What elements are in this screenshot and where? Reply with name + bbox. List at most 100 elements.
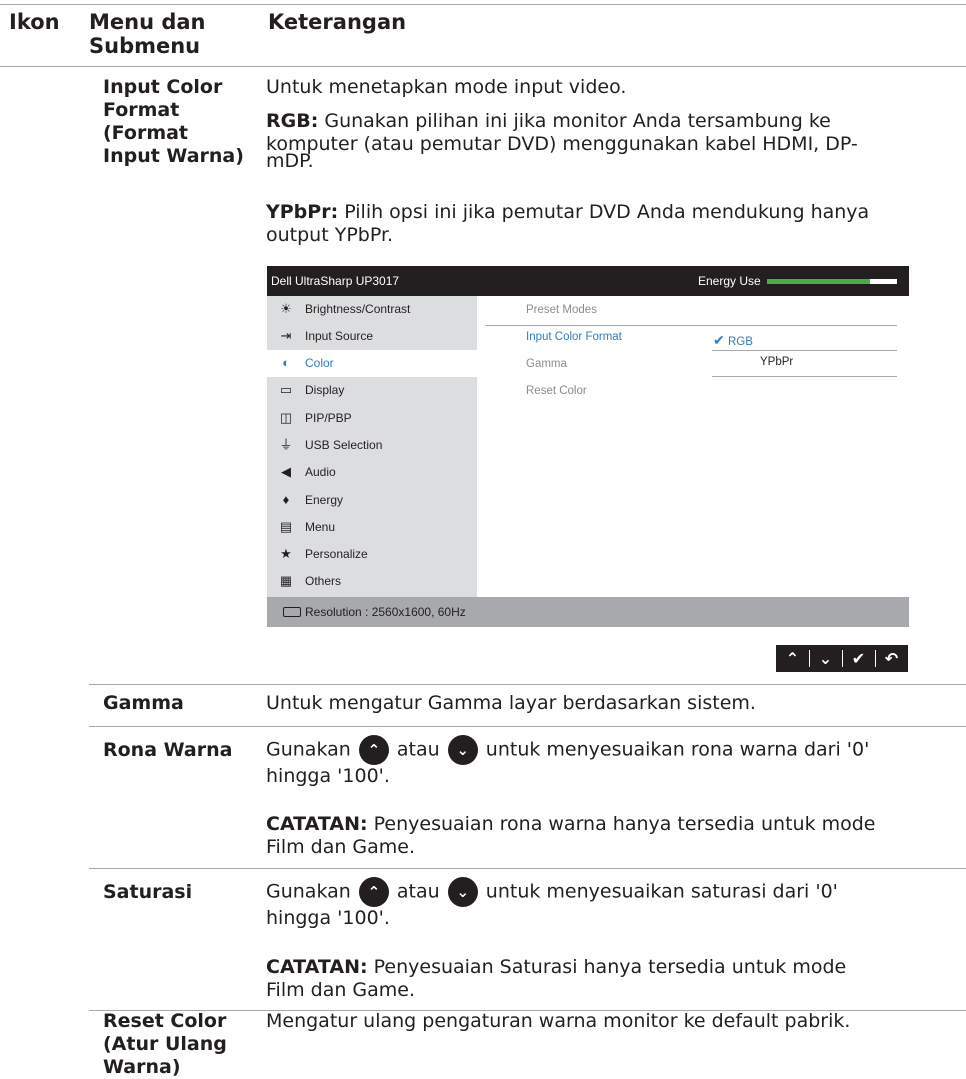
note-text: Penyesuaian rona warna hanya tersedia un… — [367, 813, 876, 835]
option-rgb[interactable]: ✔ RGB — [713, 332, 753, 349]
osd-title-bar: Dell UltraSharp UP3017 Energy Use — [267, 266, 909, 296]
ypbpr-text: Pilih opsi ini jika pemutar DVD Anda men… — [338, 201, 870, 223]
reset-color-desc: Mengatur ulang pengaturan warna monitor … — [266, 1010, 851, 1032]
submenu-gamma[interactable]: Gamma — [526, 358, 567, 370]
submenu-reset-color[interactable]: Reset Color — [526, 385, 587, 397]
submenu-preset-modes[interactable]: Preset Modes — [526, 304, 597, 316]
menu-item-usb-selection[interactable]: ⏚ USB Selection — [267, 432, 477, 459]
note-label: CATATAN: — [266, 813, 368, 835]
ypbpr-label: YPbPr: — [266, 201, 339, 223]
display-icon: ▭ — [279, 382, 293, 397]
arrow-up-icon: ⌃ — [358, 735, 389, 765]
nav-up-button[interactable]: ⌃ — [776, 645, 809, 672]
input-color-format-title: Input Color Format (Format Input Warna) — [103, 76, 244, 168]
connector-icon — [283, 607, 301, 617]
menu-item-input-source[interactable]: ⇥ Input Source — [267, 323, 477, 350]
energy-use-bar — [767, 279, 897, 284]
menu-item-others[interactable]: ▦ Others — [267, 568, 477, 595]
menu-item-energy[interactable]: ♦ Energy — [267, 487, 477, 514]
menu-item-label: Color — [305, 356, 334, 370]
saturation-text: atau — [396, 880, 440, 903]
menu-item-display[interactable]: ▭ Display — [267, 377, 477, 404]
audio-icon: ◀ — [281, 464, 291, 479]
menu-item-label: Personalize — [305, 547, 368, 561]
rgb-label: RGB: — [266, 110, 319, 132]
saturation-desc: Gunakan ⌃ atau ⌄ untuk menyesuaikan satu… — [266, 877, 966, 930]
nav-check-button[interactable]: ✔ — [842, 645, 875, 672]
header-col-menu-line2: Submenu — [89, 34, 201, 58]
top-rule — [0, 4, 966, 5]
others-icon: ▦ — [279, 573, 293, 588]
row-rule — [89, 684, 966, 685]
title-line: Format — [103, 99, 180, 121]
note-text: Film dan Game. — [266, 836, 416, 858]
reset-color-title: Reset Color (Atur Ulang Warna) — [103, 1010, 227, 1079]
menu-item-pip-pbp[interactable]: ◫ PIP/PBP — [267, 405, 477, 432]
energy-use-label: Energy Use — [698, 274, 761, 288]
hue-text: Gunakan — [266, 738, 351, 761]
hue-desc: Gunakan ⌃ atau ⌄ untuk menyesuaikan rona… — [266, 735, 966, 788]
saturation-note: CATATAN: Penyesuaian Saturasi hanya ters… — [266, 956, 846, 1002]
row-rule — [89, 868, 966, 869]
hue-title: Rona Warna — [103, 739, 233, 761]
option-ypbpr[interactable]: YPbPr — [760, 356, 793, 368]
osd-footer: Resolution : 2560x1600, 60Hz — [267, 597, 909, 627]
brightness-icon: ☀ — [280, 301, 292, 316]
title-line: Input Warna) — [103, 145, 244, 167]
nav-separator — [875, 650, 876, 667]
saturation-text: Gunakan — [266, 880, 351, 903]
saturation-text: untuk menyesuaikan saturasi dari '0' — [485, 880, 838, 903]
rgb-text: komputer (atau pemutar DVD) menggunakan … — [266, 133, 858, 155]
ypbpr-text: output YPbPr. — [266, 224, 394, 246]
title-line: Warna) — [103, 1056, 181, 1078]
option-divider — [712, 350, 897, 351]
option-label: RGB — [727, 336, 753, 348]
menu-item-label: Audio — [305, 465, 336, 479]
hue-text: untuk menyesuaikan rona warna dari '0' — [485, 738, 870, 761]
nav-separator — [809, 650, 810, 667]
menu-item-label: Input Source — [305, 329, 374, 343]
title-line: Reset Color — [103, 1010, 227, 1032]
hue-note: CATATAN: Penyesuaian rona warna hanya te… — [266, 813, 876, 859]
menu-item-label: USB Selection — [305, 438, 383, 452]
menu-icon: ▤ — [279, 519, 293, 534]
header-rule — [0, 66, 966, 67]
gamma-title: Gamma — [103, 692, 184, 714]
submenu-input-color-format[interactable]: Input Color Format — [526, 331, 622, 343]
ypbpr-paragraph: YPbPr: Pilih opsi ini jika pemutar DVD A… — [266, 201, 869, 247]
osd-title: Dell UltraSharp UP3017 — [271, 274, 400, 288]
note-text: Film dan Game. — [266, 979, 416, 1001]
nav-back-button[interactable]: ↶ — [875, 645, 908, 672]
nav-down-button[interactable]: ⌄ — [809, 645, 842, 672]
input-source-icon: ⇥ — [280, 328, 292, 343]
nav-separator — [842, 650, 843, 667]
title-line: (Format — [103, 122, 189, 144]
gamma-desc: Untuk mengatur Gamma layar berdasarkan s… — [266, 692, 756, 714]
energy-use-bar-remainder — [870, 279, 897, 284]
menu-item-personalize[interactable]: ★ Personalize — [267, 541, 477, 568]
color-icon: ◐ — [282, 355, 290, 370]
menu-item-color[interactable]: ◐ Color — [267, 350, 477, 377]
energy-icon: ♦ — [282, 492, 290, 507]
rgb-paragraph: RGB: Gunakan pilihan ini jika monitor An… — [266, 110, 858, 173]
header-col-icon: Ikon — [9, 10, 60, 34]
menu-item-audio[interactable]: ◀ Audio — [267, 459, 477, 486]
menu-item-menu[interactable]: ▤ Menu — [267, 514, 477, 541]
rgb-text: Gunakan pilihan ini jika monitor Anda te… — [318, 110, 831, 132]
note-text: Penyesuaian Saturasi hanya tersedia untu… — [367, 956, 847, 978]
osd-screenshot: Dell UltraSharp UP3017 Energy Use ☀ Brigh… — [267, 266, 909, 627]
hue-text: hingga '100'. — [266, 765, 390, 787]
arrow-down-icon: ⌄ — [447, 735, 478, 765]
header-col-desc: Keterangan — [268, 10, 407, 34]
arrow-down-icon: ⌄ — [447, 877, 478, 907]
menu-item-label: Menu — [305, 520, 336, 534]
pip-pbp-icon: ◫ — [279, 410, 293, 425]
title-line: Input Color — [103, 76, 223, 98]
submenu-divider — [485, 325, 897, 326]
osd-main-menu: ☀ Brightness/Contrast ⇥ Input Source ◐ Colo… — [267, 296, 477, 597]
menu-item-brightness-contrast[interactable]: ☀ Brightness/Contrast — [267, 296, 477, 323]
personalize-icon: ★ — [280, 546, 292, 561]
arrow-up-icon: ⌃ — [358, 877, 389, 907]
row-rule — [89, 726, 966, 727]
title-line: (Atur Ulang — [103, 1033, 227, 1055]
